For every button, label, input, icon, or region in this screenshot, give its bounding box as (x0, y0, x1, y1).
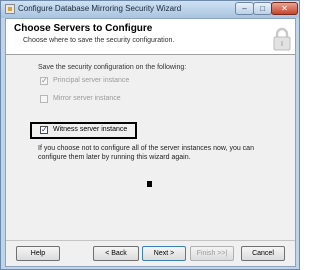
minimize-button[interactable]: – (235, 2, 254, 15)
page-subtitle: Choose where to save the security config… (23, 37, 175, 44)
finish-button[interactable]: Finish >>| (190, 246, 234, 261)
mirror-checkbox (40, 95, 48, 103)
next-button[interactable]: Next > (142, 246, 186, 261)
wizard-header: Choose Servers to Configure Choose where… (6, 19, 295, 55)
title-bar[interactable]: Configure Database Mirroring Security Wi… (1, 1, 299, 18)
hint-text: If you choose not to configure all of th… (38, 145, 254, 161)
page-title: Choose Servers to Configure (14, 23, 153, 34)
cursor-marker (147, 181, 152, 187)
wizard-window: Configure Database Mirroring Security Wi… (0, 0, 300, 270)
witness-label[interactable]: Witness server instance (53, 126, 127, 133)
lock-icon (273, 27, 291, 51)
close-button[interactable]: ✕ (271, 2, 298, 15)
cancel-button[interactable]: Cancel (241, 246, 285, 261)
section-label: Save the security configuration on the f… (38, 64, 187, 71)
mirror-label: Mirror server instance (53, 95, 121, 102)
principal-checkbox (40, 76, 48, 85)
principal-label: Principal server instance (53, 77, 130, 84)
wizard-client-area: Choose Servers to Configure Choose where… (5, 18, 296, 267)
back-button[interactable]: < Back (93, 246, 139, 261)
window-title: Configure Database Mirroring Security Wi… (18, 4, 182, 13)
footer-divider (6, 240, 295, 241)
app-icon (5, 4, 15, 14)
help-button[interactable]: Help (16, 246, 60, 261)
maximize-button[interactable]: □ (253, 2, 272, 15)
witness-checkbox[interactable] (40, 125, 48, 134)
